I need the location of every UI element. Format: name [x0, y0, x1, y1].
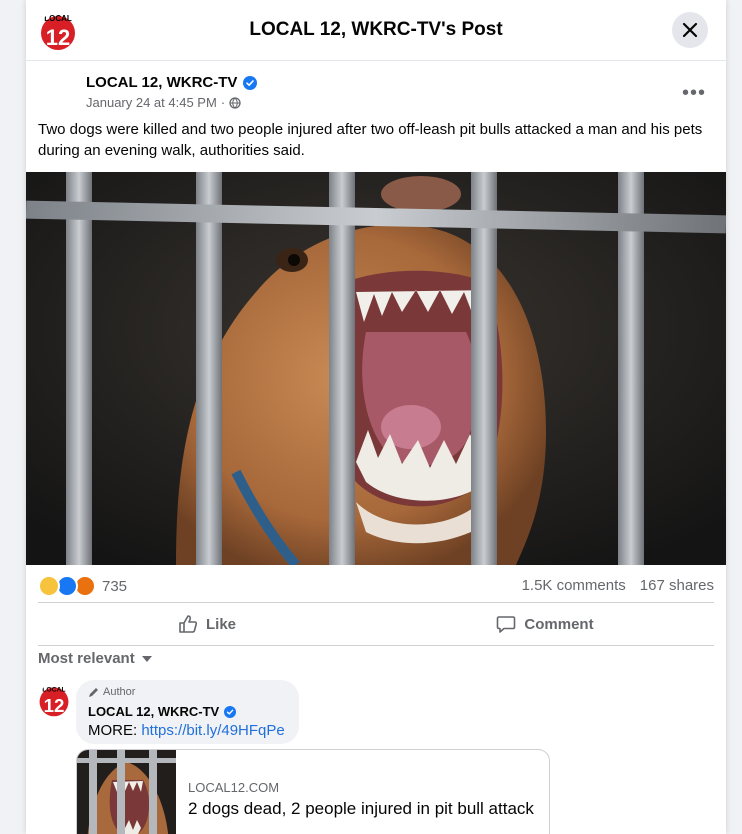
- thumbs-up-icon: [179, 615, 198, 633]
- speech-bubble-icon: [497, 616, 516, 633]
- svg-text:LOCAL: LOCAL: [44, 14, 72, 23]
- post-meta: January 24 at 4:45 PM ·: [86, 95, 241, 110]
- comment-button[interactable]: Comment: [376, 603, 714, 645]
- commenter-name-text[interactable]: LOCAL 12, WKRC-TV: [88, 704, 219, 719]
- sad-reaction-icon: [38, 575, 60, 597]
- author-tag-label: Author: [103, 686, 136, 698]
- meta-separator: ·: [220, 95, 226, 110]
- author-tag: Author: [88, 686, 135, 698]
- x-icon: [682, 22, 698, 38]
- post-photo[interactable]: [26, 172, 726, 565]
- svg-text:12: 12: [44, 695, 65, 716]
- svg-text:12: 12: [46, 25, 70, 50]
- comment-label: Comment: [524, 615, 594, 633]
- comments-count[interactable]: 1.5K comments: [522, 577, 626, 594]
- post-timestamp[interactable]: January 24 at 4:45 PM: [86, 95, 217, 110]
- verified-badge-icon: [224, 705, 237, 718]
- more-options-button[interactable]: •••: [682, 82, 706, 105]
- post-dialog: LOCAL 12, WKRC-TV's Post LOCAL 12 LOCAL …: [26, 0, 726, 834]
- globe-icon: [229, 96, 241, 109]
- page-avatar[interactable]: LOCAL 12: [38, 12, 78, 52]
- post-stats: 735 1.5K comments 167 shares: [38, 575, 714, 597]
- caret-down-icon: [141, 655, 152, 662]
- snarling-dog-photo: [26, 172, 726, 565]
- comment-bubble: Author LOCAL 12, WKRC-TV MORE: https://b…: [76, 680, 299, 744]
- snarling-dog-thumbnail: [77, 750, 176, 834]
- reaction-summary[interactable]: 735: [38, 575, 127, 597]
- comment-text: MORE: https://bit.ly/49HFqPe: [88, 722, 285, 739]
- commenter-avatar[interactable]: LOCAL 12: [37, 684, 71, 718]
- close-button[interactable]: [672, 12, 708, 48]
- page-name-text[interactable]: LOCAL 12, WKRC-TV: [86, 74, 237, 91]
- like-label: Like: [205, 615, 236, 633]
- dialog-header: LOCAL 12, WKRC-TV's Post: [26, 0, 726, 61]
- comment-text-prefix: MORE:: [88, 722, 142, 739]
- link-preview-domain: LOCAL12.COM: [188, 780, 280, 795]
- comment-link[interactable]: https://bit.ly/49HFqPe: [141, 722, 284, 739]
- dialog-title: LOCAL 12, WKRC-TV's Post: [249, 19, 503, 40]
- commenter-name[interactable]: LOCAL 12, WKRC-TV: [88, 704, 237, 719]
- local12-logo-icon: LOCAL 12: [39, 687, 69, 717]
- link-preview-thumbnail: [77, 750, 176, 834]
- link-preview-card[interactable]: LOCAL12.COM 2 dogs dead, 2 people injure…: [76, 749, 550, 834]
- verified-badge-icon: [243, 75, 258, 90]
- comment-sort-dropdown[interactable]: Most relevant: [38, 650, 153, 667]
- link-preview-title[interactable]: 2 dogs dead, 2 people injured in pit bul…: [188, 799, 534, 819]
- shares-count[interactable]: 167 shares: [640, 577, 714, 594]
- action-bar: Like Comment: [38, 602, 714, 646]
- pencil-icon: [89, 687, 98, 697]
- like-button[interactable]: Like: [38, 603, 376, 645]
- page-name[interactable]: LOCAL 12, WKRC-TV: [86, 74, 258, 91]
- svg-text:LOCAL: LOCAL: [42, 687, 65, 694]
- reaction-count[interactable]: 735: [102, 578, 127, 595]
- post-text: Two dogs were killed and two people inju…: [38, 121, 703, 159]
- local12-logo-icon: LOCAL 12: [41, 14, 75, 50]
- more-horizontal-icon: •••: [681, 82, 706, 104]
- sort-label: Most relevant: [38, 650, 135, 667]
